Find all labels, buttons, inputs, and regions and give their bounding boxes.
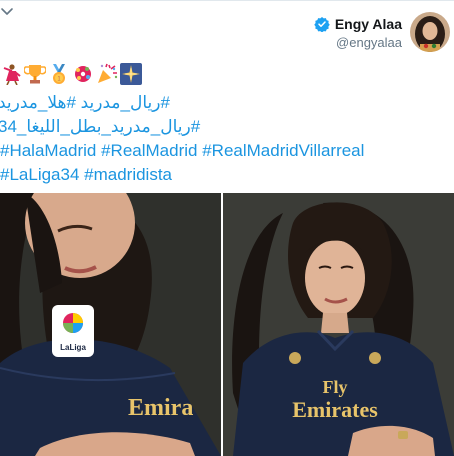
- tweet-text-line[interactable]: #ريال_مدريد_بطل_الليغا_34: [0, 115, 452, 139]
- user-handle[interactable]: @engyalaa: [336, 35, 402, 50]
- laliga-label: LaLiga: [60, 343, 86, 352]
- divider: [0, 0, 454, 1]
- shirt-sponsor-text: Emira: [128, 395, 193, 421]
- chevron-down-icon[interactable]: [0, 4, 14, 18]
- avatar[interactable]: [410, 12, 450, 52]
- tweet-text-line[interactable]: #ريال_مدريد #هلا_مدريد: [0, 91, 452, 115]
- author-header[interactable]: Engy Alaa @engyalaa: [314, 10, 454, 56]
- shirt-sponsor-fly: Fly: [323, 377, 348, 397]
- shirt-sponsor-emirates: Emirates: [292, 397, 378, 422]
- tweet-text-line[interactable]: #HalaMadrid #RealMadrid #RealMadridVilla…: [0, 139, 454, 163]
- display-name-row: Engy Alaa: [314, 16, 402, 32]
- display-name[interactable]: Engy Alaa: [335, 16, 402, 32]
- media-grid: LaLiga Emira Fly Emirates: [0, 193, 454, 456]
- emoji-row: 1: [0, 60, 142, 88]
- sparkler-icon: [75, 66, 91, 82]
- tweet-card: Engy Alaa @engyalaa 1 #ريال_مدريد #هلا_م…: [0, 0, 454, 456]
- photo-right[interactable]: Fly Emirates: [223, 193, 454, 456]
- party-popper-icon: [98, 63, 118, 83]
- sparkles-icon: [120, 63, 142, 85]
- tweet-text-line[interactable]: #LaLiga34 #madridista: [0, 163, 454, 187]
- trophy-icon: [24, 65, 46, 84]
- verified-badge-icon: [314, 17, 330, 32]
- photo-left[interactable]: LaLiga Emira: [0, 193, 221, 456]
- medal-icon: 1: [53, 64, 65, 84]
- hashtag-link[interactable]: #ريال_مدريد #هلا_مدريد: [0, 93, 170, 112]
- hashtag-link[interactable]: #ريال_مدريد_بطل_الليغا_34: [0, 117, 200, 136]
- author-names: Engy Alaa @engyalaa: [314, 16, 402, 50]
- laliga-sleeve-badge: LaLiga: [52, 305, 94, 357]
- dancer-icon: [3, 64, 21, 85]
